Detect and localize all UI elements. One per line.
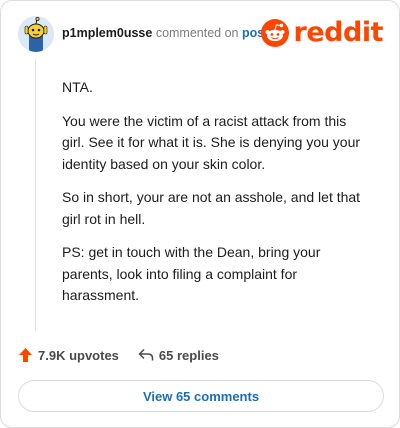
commented-on-text: commented on: [155, 26, 239, 40]
comment-actions: 7.9K upvotes 65 replies: [18, 345, 219, 365]
replies-count: 65 replies: [158, 347, 219, 363]
comment-paragraph: NTA.: [62, 79, 93, 95]
comment-meta: p1mplem0usse commented on post: [62, 26, 268, 40]
comment-paragraph: So in short, your are not an asshole, an…: [62, 189, 361, 227]
comment-paragraph: PS: get in touch with the Dean, bring yo…: [62, 244, 321, 303]
reply-arrow-icon: [138, 348, 154, 361]
username[interactable]: p1mplem0usse: [62, 26, 152, 40]
brand-wordmark: reddit: [293, 17, 384, 48]
upvote-button[interactable]: 7.9K upvotes: [18, 347, 119, 363]
comment-card: p1mplem0usse commented on post reddit NT…: [0, 0, 400, 428]
snoo-avatar-icon: [18, 16, 54, 52]
upvote-count: 7.9K upvotes: [38, 347, 119, 363]
comment-header: p1mplem0usse commented on post reddit: [18, 16, 384, 52]
comment-paragraph: You were the victim of a racist attack f…: [62, 112, 361, 172]
view-comments-button[interactable]: View 65 comments: [18, 380, 384, 412]
comment-body: NTA. You were the victim of a racist att…: [62, 77, 372, 319]
upvote-arrow-icon: [19, 348, 32, 362]
view-comments-label: View 65 comments: [142, 388, 260, 404]
reddit-snoo-icon: [260, 19, 289, 47]
replies-button[interactable]: 65 replies: [138, 348, 219, 363]
thread-line[interactable]: [35, 59, 36, 331]
reddit-logo[interactable]: reddit: [260, 17, 384, 48]
user-avatar[interactable]: [18, 16, 54, 52]
